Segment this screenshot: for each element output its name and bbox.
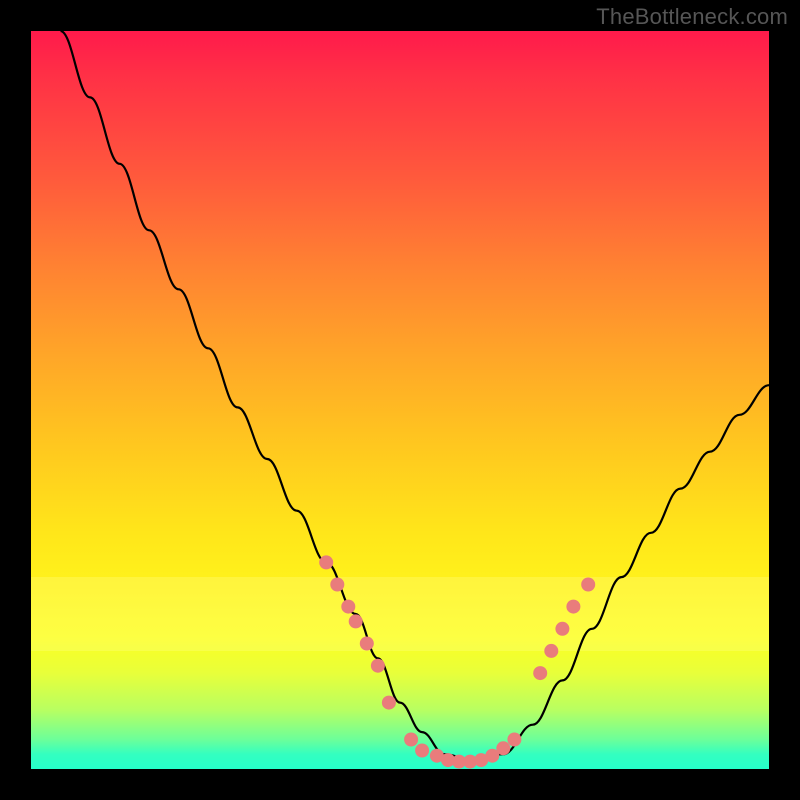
data-marker	[555, 622, 569, 636]
data-marker	[349, 614, 363, 628]
data-marker	[566, 600, 580, 614]
data-marker	[319, 555, 333, 569]
plot-area	[31, 31, 769, 769]
data-marker	[341, 600, 355, 614]
data-marker	[415, 744, 429, 758]
data-marker	[404, 733, 418, 747]
data-marker	[544, 644, 558, 658]
data-marker	[581, 578, 595, 592]
data-marker	[360, 637, 374, 651]
data-marker	[330, 578, 344, 592]
data-marker	[371, 659, 385, 673]
data-marker	[533, 666, 547, 680]
chart-frame: TheBottleneck.com	[0, 0, 800, 800]
data-marker	[507, 733, 521, 747]
data-marker	[382, 696, 396, 710]
chart-svg	[31, 31, 769, 769]
watermark-text: TheBottleneck.com	[596, 4, 788, 30]
bottleneck-curve	[61, 31, 770, 762]
data-marker	[496, 741, 510, 755]
marker-group	[319, 555, 595, 768]
